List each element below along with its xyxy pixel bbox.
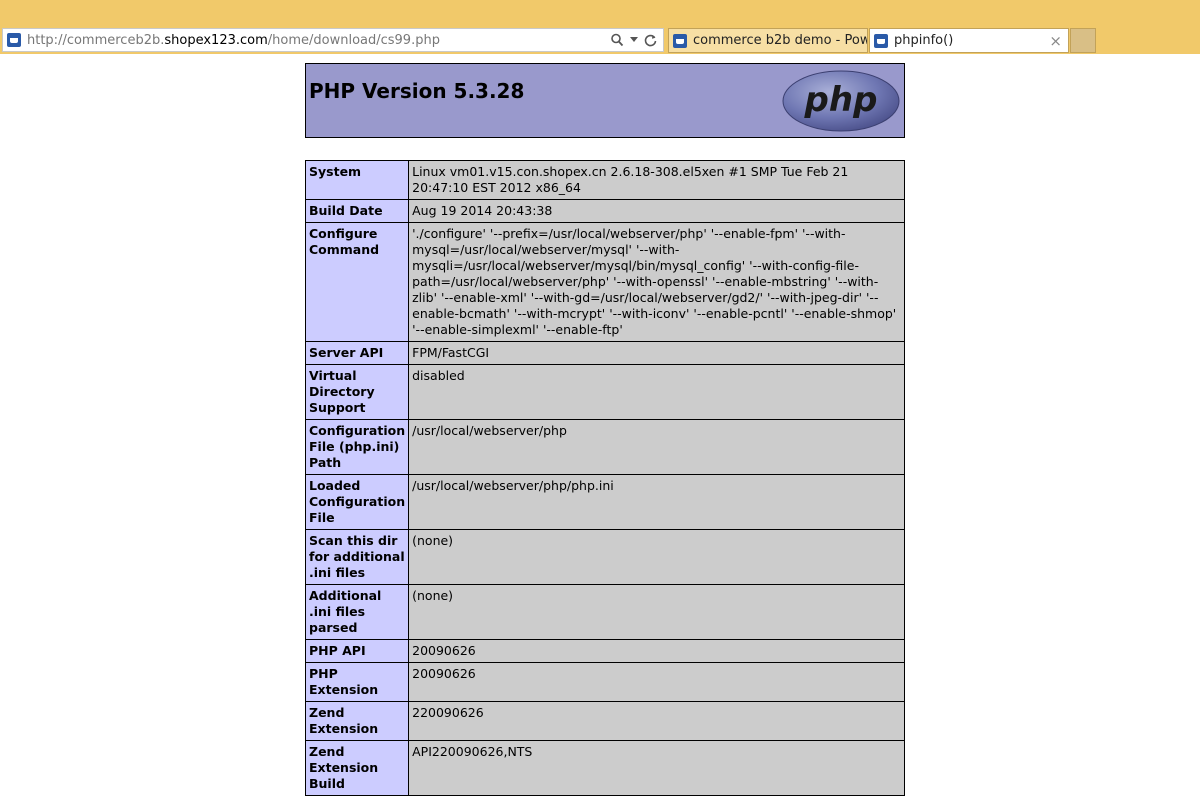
- table-row: PHP API 20090626: [304, 639, 905, 663]
- php-logo-icon: php: [782, 70, 900, 132]
- refresh-icon[interactable]: [644, 34, 657, 47]
- svg-text:php: php: [804, 80, 878, 120]
- table-row: System Linux vm01.v15.con.shopex.cn 2.6.1…: [304, 160, 905, 200]
- row-key: Zend Extension: [304, 701, 410, 741]
- table-row: Virtual Directory Support disabled: [304, 364, 905, 420]
- info-table: System Linux vm01.v15.con.shopex.cn 2.6.1…: [304, 160, 905, 796]
- table-row: Scan this dir for additional .ini files(…: [304, 529, 905, 585]
- tab-label: phpinfo(): [894, 33, 954, 48]
- row-key: Configuration File (php.ini) Path: [304, 419, 410, 475]
- new-tab-button[interactable]: [1070, 28, 1096, 53]
- tab-commerce-b2b-demo[interactable]: commerce b2b demo - Pow...: [668, 28, 868, 53]
- table-row: Configure Command './configure' '--prefix…: [304, 222, 905, 342]
- tab-label: commerce b2b demo - Pow...: [693, 33, 868, 48]
- browser-toolbar: http://commerceb2b.shopex123.com/home/do…: [0, 27, 1200, 54]
- table-row: Zend Extension 220090626: [304, 701, 905, 741]
- row-key: Server API: [304, 341, 410, 365]
- row-key: Zend Extension Build: [304, 740, 410, 796]
- row-value: API220090626,NTS: [408, 740, 905, 796]
- row-value: './configure' '--prefix=/usr/local/webse…: [408, 222, 905, 342]
- tab-phpinfo[interactable]: phpinfo() ×: [869, 28, 1069, 53]
- row-value: Linux vm01.v15.con.shopex.cn 2.6.18-308.…: [408, 160, 905, 200]
- table-row: Build Date Aug 19 2014 20:43:38: [304, 199, 905, 223]
- table-row: Configuration File (php.ini) Path/usr/lo…: [304, 419, 905, 475]
- row-key: Scan this dir for additional .ini files: [304, 529, 410, 585]
- table-row: Server API FPM/FastCGI: [304, 341, 905, 365]
- table-row: Additional .ini files parsed (none): [304, 584, 905, 640]
- row-value: (none): [408, 529, 905, 585]
- row-key: PHP API: [304, 639, 410, 663]
- row-value: disabled: [408, 364, 905, 420]
- table-row: Loaded Configuration File/usr/local/webs…: [304, 474, 905, 530]
- site-favicon-icon: [7, 33, 21, 47]
- row-value: Aug 19 2014 20:43:38: [408, 199, 905, 223]
- row-value: 20090626: [408, 662, 905, 702]
- row-value: /usr/local/webserver/php/php.ini: [408, 474, 905, 530]
- row-key: Additional .ini files parsed: [304, 584, 410, 640]
- table-row: Zend Extension Build API220090626,NTS: [304, 740, 905, 796]
- row-value: 220090626: [408, 701, 905, 741]
- page-title: PHP Version 5.3.28: [309, 79, 525, 103]
- row-value: 20090626: [408, 639, 905, 663]
- version-header: PHP Version 5.3.28 php: [305, 63, 905, 138]
- table-row: PHP Extension 20090626: [304, 662, 905, 702]
- tab-favicon-icon: [673, 33, 687, 48]
- search-icon[interactable]: [610, 33, 624, 47]
- address-bar[interactable]: http://commerceb2b.shopex123.com/home/do…: [2, 28, 664, 52]
- row-value: /usr/local/webserver/php: [408, 419, 905, 475]
- row-value: FPM/FastCGI: [408, 341, 905, 365]
- url-text[interactable]: http://commerceb2b.shopex123.com/home/do…: [27, 33, 440, 48]
- dropdown-arrow-icon[interactable]: [630, 37, 638, 43]
- phpinfo-page: PHP Version 5.3.28 php System Linux vm01.…: [304, 63, 905, 796]
- row-key: Loaded Configuration File: [304, 474, 410, 530]
- row-value: (none): [408, 584, 905, 640]
- row-key: Virtual Directory Support: [304, 364, 410, 420]
- row-key: PHP Extension: [304, 662, 410, 702]
- title-strip: [0, 0, 1200, 27]
- row-key: Configure Command: [304, 222, 410, 342]
- tab-favicon-icon: [874, 33, 888, 48]
- row-key: Build Date: [304, 199, 410, 223]
- close-tab-icon[interactable]: ×: [1049, 32, 1062, 50]
- row-key: System: [304, 160, 410, 200]
